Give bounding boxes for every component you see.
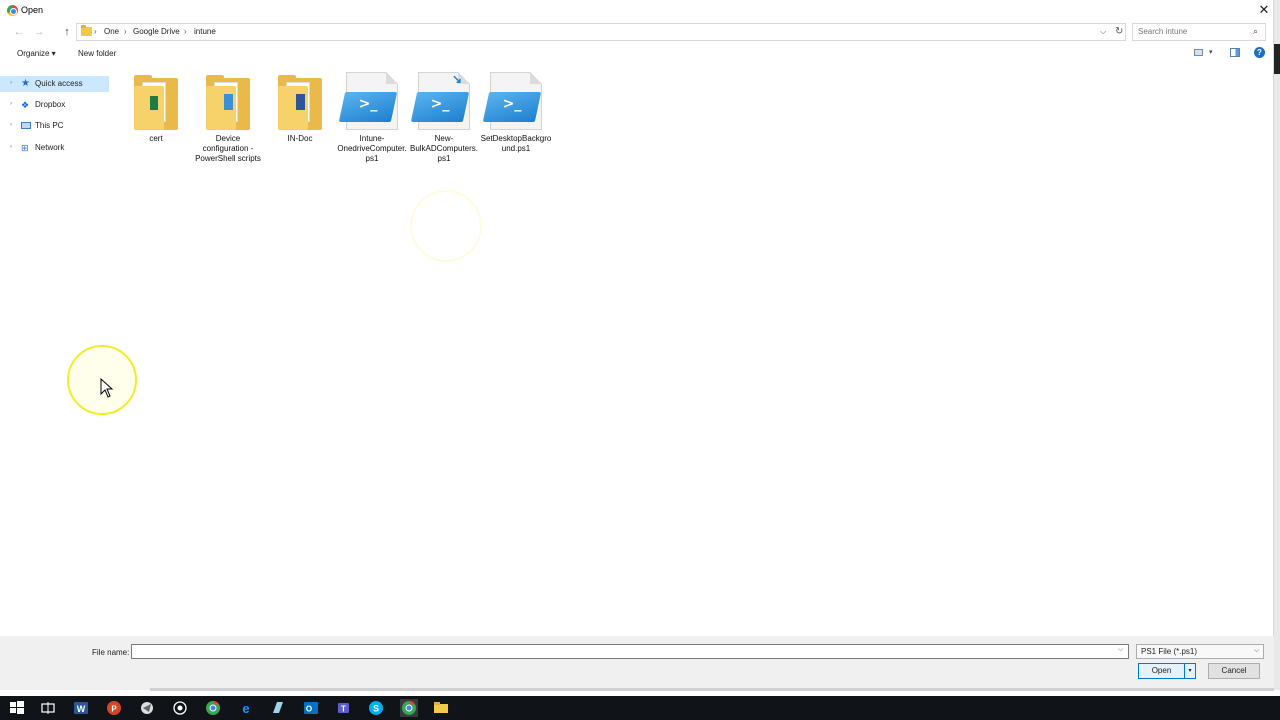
dialog-footer: File name: ⌵ PS1 File (*.ps1) ⌵ Open ▾ C… [0, 636, 1274, 690]
expand-arrow-icon[interactable]: › [10, 122, 12, 128]
breadcrumb-intune[interactable]: intune [194, 27, 216, 36]
breadcrumb-one[interactable]: One [104, 27, 119, 36]
powershell-file-icon: >_ [336, 70, 408, 134]
svg-text:O: O [306, 705, 312, 714]
view-dropdown-icon[interactable]: ▾ [1209, 48, 1213, 56]
breadcrumb-separator: › [124, 27, 127, 36]
chrome-active-icon[interactable] [400, 699, 418, 717]
folder-icon [120, 70, 192, 134]
file-type-value: PS1 File (*.ps1) [1141, 647, 1198, 656]
organize-button[interactable]: Organize ▾ [17, 49, 56, 58]
change-view-icon[interactable] [1194, 49, 1203, 56]
svg-text:e: e [242, 701, 249, 716]
file-item-label: New-BulkADComputers.ps1 [409, 134, 479, 163]
sidebar-item-quick-access[interactable]: › ★ Quick access [0, 76, 109, 92]
chrome-icon [7, 5, 18, 16]
expand-arrow-icon[interactable]: › [10, 80, 12, 86]
title-bar: Open ✕ [0, 0, 1274, 21]
file-item-label: Intune-OnedriveComputer.ps1 [337, 134, 407, 163]
file-name-dropdown-icon[interactable]: ⌵ [1118, 646, 1123, 654]
sidebar-item-network[interactable]: › ⊞ Network [0, 140, 109, 156]
forward-button[interactable]: → [32, 24, 46, 40]
cortana-icon[interactable] [171, 699, 189, 717]
folder-icon [81, 25, 92, 36]
powershell-file-icon: >_ [480, 70, 552, 134]
search-placeholder: Search intune [1138, 27, 1188, 36]
search-input[interactable]: Search intune ⌕ [1132, 23, 1266, 41]
file-name-label: File name: [92, 648, 130, 657]
notes-icon[interactable] [269, 699, 287, 717]
sidebar-item-label: This PC [35, 121, 64, 130]
computer-icon [21, 122, 31, 129]
horizontal-scrollbar[interactable] [150, 688, 1274, 691]
navigation-row: ← → ↑ › One › Google Drive › intune ⌵ ↻ [0, 22, 1274, 42]
up-button[interactable]: ↑ [60, 24, 74, 40]
sidebar-item-this-pc[interactable]: › This PC [0, 118, 109, 134]
sidebar-item-dropbox[interactable]: › ❖ Dropbox [0, 97, 109, 113]
new-folder-button[interactable]: New folder [78, 49, 116, 58]
powerpoint-icon[interactable]: P [105, 699, 123, 717]
breadcrumb-separator: › [184, 27, 187, 36]
powershell-file-icon: >_ ↘ [408, 70, 480, 134]
folder-icon [192, 70, 264, 134]
mouse-pointer-icon [100, 378, 114, 398]
network-icon: ⊞ [21, 143, 29, 153]
address-dropdown-icon[interactable]: ⌵ [1100, 27, 1106, 37]
open-split-dropdown-icon[interactable]: ▾ [1185, 663, 1196, 679]
app-icon[interactable] [138, 699, 156, 717]
sidebar-item-label: Dropbox [35, 100, 66, 109]
svg-text:P: P [111, 705, 117, 714]
file-explorer-icon[interactable] [432, 699, 450, 717]
shortcut-arrow-icon: ↘ [452, 72, 463, 86]
edge-icon[interactable]: e [237, 699, 255, 717]
command-bar: Organize ▾ New folder ▾ ? [0, 44, 1274, 64]
word-icon[interactable]: W [72, 699, 90, 717]
breadcrumb-separator: › [94, 27, 97, 36]
cancel-button[interactable]: Cancel [1208, 663, 1260, 679]
refresh-icon[interactable]: ↻ [1115, 26, 1123, 37]
skype-icon[interactable]: S [367, 699, 385, 717]
star-icon: ★ [21, 78, 30, 89]
svg-text:W: W [77, 704, 86, 714]
file-item-label: Device configuration - PowerShell script… [195, 134, 261, 163]
chevron-down-icon: ⌵ [1254, 647, 1260, 654]
file-type-select[interactable]: PS1 File (*.ps1) ⌵ [1136, 644, 1264, 659]
file-item-label: SetDesktopBackground.ps1 [480, 134, 552, 153]
back-button[interactable]: ← [12, 24, 26, 40]
screen: Open ✕ ← → ↑ › One › Google Drive › intu… [0, 0, 1280, 720]
taskbar: W P e O T S [0, 696, 1280, 720]
breadcrumb-google-drive[interactable]: Google Drive [133, 27, 180, 36]
file-item-label: IN-Doc [287, 134, 313, 143]
teams-icon[interactable]: T [335, 699, 353, 717]
svg-text:S: S [373, 704, 379, 714]
file-name-field[interactable] [131, 644, 1129, 659]
faded-click-highlight [410, 190, 482, 262]
chrome-icon[interactable] [204, 699, 222, 717]
help-icon[interactable]: ? [1254, 47, 1265, 58]
windows-start-icon[interactable] [8, 699, 26, 717]
task-view-icon[interactable] [39, 699, 57, 717]
folder-icon [264, 70, 336, 134]
search-icon: ⌕ [1253, 26, 1259, 36]
preview-pane-icon[interactable] [1230, 48, 1240, 57]
open-dialog: Open ✕ ← → ↑ › One › Google Drive › intu… [0, 0, 1274, 690]
sidebar-item-label: Quick access [35, 79, 83, 88]
address-bar[interactable]: › One › Google Drive › intune ⌵ ↻ [76, 23, 1126, 41]
expand-arrow-icon[interactable]: › [10, 101, 12, 107]
svg-text:T: T [341, 705, 346, 714]
dropbox-icon: ❖ [21, 100, 30, 110]
sidebar-item-label: Network [35, 143, 65, 152]
expand-arrow-icon[interactable]: › [10, 144, 12, 150]
open-button[interactable]: Open [1138, 663, 1185, 679]
close-button[interactable]: ✕ [1256, 2, 1272, 18]
background-window-edge [1274, 0, 1280, 690]
file-item-label: cert [149, 134, 163, 143]
outlook-icon[interactable]: O [302, 699, 320, 717]
window-title: Open [21, 5, 44, 15]
